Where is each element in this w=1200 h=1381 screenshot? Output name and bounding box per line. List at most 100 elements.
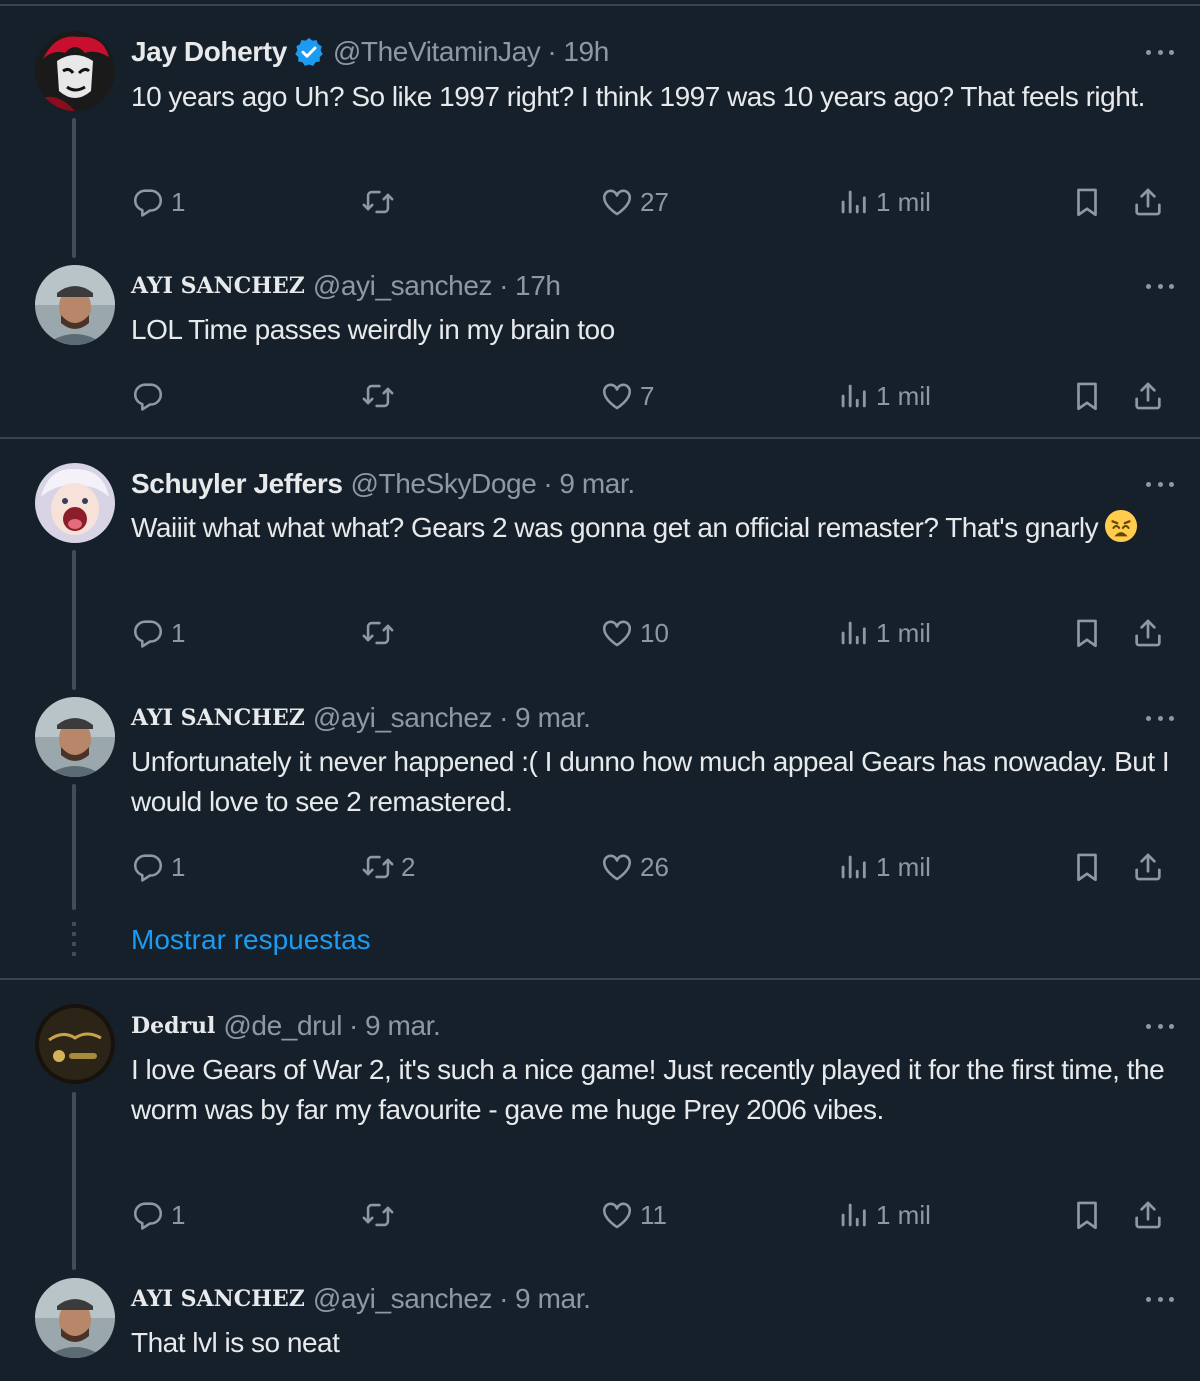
like-button[interactable]: 11 bbox=[600, 1195, 667, 1235]
views-button[interactable]: 1 mil bbox=[836, 1195, 931, 1235]
retweet-button[interactable] bbox=[361, 376, 401, 416]
reply-button[interactable]: 1 bbox=[131, 613, 185, 653]
bookmark-icon bbox=[1070, 379, 1104, 413]
tweet-body: Waiiit what what what? Gears 2 was gonna… bbox=[131, 508, 1171, 548]
more-dots-icon[interactable] bbox=[1142, 276, 1178, 296]
more-dots-icon[interactable] bbox=[1142, 42, 1178, 62]
replies-feed: Jay Doherty @TheVitaminJay · 19h 10 year… bbox=[0, 0, 1200, 1381]
share-icon bbox=[1131, 185, 1165, 219]
like-button[interactable]: 27 bbox=[600, 182, 669, 222]
retweet-button[interactable] bbox=[361, 182, 401, 222]
views-button[interactable]: 1 mil bbox=[836, 613, 931, 653]
avatar[interactable] bbox=[35, 697, 115, 777]
thread-connector bbox=[72, 784, 76, 910]
ayi-sanchez-avatar-icon bbox=[35, 697, 115, 777]
author-handle[interactable]: @ayi_sanchez bbox=[313, 270, 493, 302]
avatar[interactable] bbox=[35, 1278, 115, 1358]
reply-button[interactable]: 1 bbox=[131, 1195, 185, 1235]
author-name[interactable]: AYI SANCHEZ bbox=[131, 273, 305, 299]
separator-dot: · bbox=[499, 270, 509, 301]
views-icon bbox=[836, 850, 870, 884]
more-dots-icon[interactable] bbox=[1142, 474, 1178, 494]
thread-connector bbox=[72, 1092, 76, 1270]
views-icon bbox=[836, 379, 870, 413]
like-count: 27 bbox=[640, 186, 669, 217]
tweet-header: Schuyler Jeffers @TheSkyDoge · 9 mar. bbox=[131, 466, 635, 502]
like-button[interactable]: 10 bbox=[600, 613, 669, 653]
share-button[interactable] bbox=[1131, 1195, 1165, 1235]
tweet-text: LOL Time passes weirdly in my brain too bbox=[131, 314, 615, 345]
author-handle[interactable]: @TheSkyDoge bbox=[351, 468, 537, 500]
reply-icon bbox=[131, 616, 165, 650]
retweet-button[interactable] bbox=[361, 1195, 401, 1235]
bookmark-button[interactable] bbox=[1070, 613, 1104, 653]
share-icon bbox=[1131, 616, 1165, 650]
retweet-button[interactable]: 2 bbox=[361, 847, 415, 887]
more-dots-icon[interactable] bbox=[1142, 708, 1178, 728]
more-dots-icon[interactable] bbox=[1142, 1016, 1178, 1036]
reply-button[interactable]: 1 bbox=[131, 182, 185, 222]
retweet-icon bbox=[361, 616, 395, 650]
share-button[interactable] bbox=[1131, 182, 1165, 222]
author-handle[interactable]: @de_drul bbox=[223, 1010, 342, 1042]
share-icon bbox=[1131, 1198, 1165, 1232]
dedrul-avatar-icon bbox=[35, 1004, 115, 1084]
views-button[interactable]: 1 mil bbox=[836, 376, 931, 416]
author-name[interactable]: Schuyler Jeffers bbox=[131, 468, 343, 500]
share-button[interactable] bbox=[1131, 376, 1165, 416]
avatar[interactable] bbox=[35, 265, 115, 345]
reply-icon bbox=[131, 850, 165, 884]
bookmark-button[interactable] bbox=[1070, 1195, 1104, 1235]
heart-icon bbox=[600, 185, 634, 219]
tweet-actions: 1 27 1 mil bbox=[131, 182, 1171, 222]
tweet-header: Dedrul @de_drul · 9 mar. bbox=[131, 1008, 441, 1044]
retweet-icon bbox=[361, 185, 395, 219]
reply-icon bbox=[131, 379, 165, 413]
reply-icon bbox=[131, 1198, 165, 1232]
bookmark-button[interactable] bbox=[1070, 376, 1104, 416]
view-count: 1 mil bbox=[876, 380, 931, 411]
timestamp[interactable]: 19h bbox=[563, 36, 609, 68]
author-handle[interactable]: @TheVitaminJay bbox=[333, 36, 541, 68]
tweet-actions: 1 10 1 mil bbox=[131, 613, 1171, 653]
author-name[interactable]: AYI SANCHEZ bbox=[131, 1286, 305, 1312]
verified-badge-icon bbox=[293, 36, 325, 68]
timestamp[interactable]: 9 mar. bbox=[559, 468, 635, 500]
tweet-text: That lvl is so neat bbox=[131, 1327, 340, 1358]
bookmark-icon bbox=[1070, 850, 1104, 884]
share-button[interactable] bbox=[1131, 613, 1165, 653]
like-button[interactable]: 7 bbox=[600, 376, 654, 416]
thread-connector-dotted bbox=[72, 922, 76, 962]
reply-count: 1 bbox=[171, 186, 186, 217]
reply-button[interactable]: 1 bbox=[131, 847, 185, 887]
views-icon bbox=[836, 616, 870, 650]
bookmark-button[interactable] bbox=[1070, 847, 1104, 887]
avatar[interactable] bbox=[35, 31, 115, 111]
avatar[interactable] bbox=[35, 463, 115, 543]
tweet-text: 10 years ago Uh? So like 1997 right? I t… bbox=[131, 81, 1145, 112]
views-button[interactable]: 1 mil bbox=[836, 847, 931, 887]
timestamp[interactable]: 9 mar. bbox=[515, 702, 591, 734]
retweet-button[interactable] bbox=[361, 613, 401, 653]
bookmark-button[interactable] bbox=[1070, 182, 1104, 222]
retweet-icon bbox=[361, 379, 395, 413]
show-replies-link[interactable]: Mostrar respuestas bbox=[131, 924, 371, 956]
views-button[interactable]: 1 mil bbox=[836, 182, 931, 222]
timestamp[interactable]: 17h bbox=[515, 270, 561, 302]
timestamp[interactable]: 9 mar. bbox=[515, 1283, 591, 1315]
author-name[interactable]: Jay Doherty bbox=[131, 36, 287, 68]
tweet-actions: 1 11 1 mil bbox=[131, 1195, 1171, 1235]
avatar[interactable] bbox=[35, 1004, 115, 1084]
author-name[interactable]: AYI SANCHEZ bbox=[131, 705, 305, 731]
author-handle[interactable]: @ayi_sanchez bbox=[313, 1283, 493, 1315]
like-button[interactable]: 26 bbox=[600, 847, 669, 887]
reply-button[interactable] bbox=[131, 376, 171, 416]
share-button[interactable] bbox=[1131, 847, 1165, 887]
author-handle[interactable]: @ayi_sanchez bbox=[313, 702, 493, 734]
reply-count: 1 bbox=[171, 1199, 186, 1230]
timestamp[interactable]: 9 mar. bbox=[365, 1010, 441, 1042]
more-dots-icon[interactable] bbox=[1142, 1289, 1178, 1309]
author-name[interactable]: Dedrul bbox=[131, 1013, 215, 1039]
weary-face-emoji-icon bbox=[1105, 509, 1138, 543]
thread-divider bbox=[0, 437, 1200, 439]
